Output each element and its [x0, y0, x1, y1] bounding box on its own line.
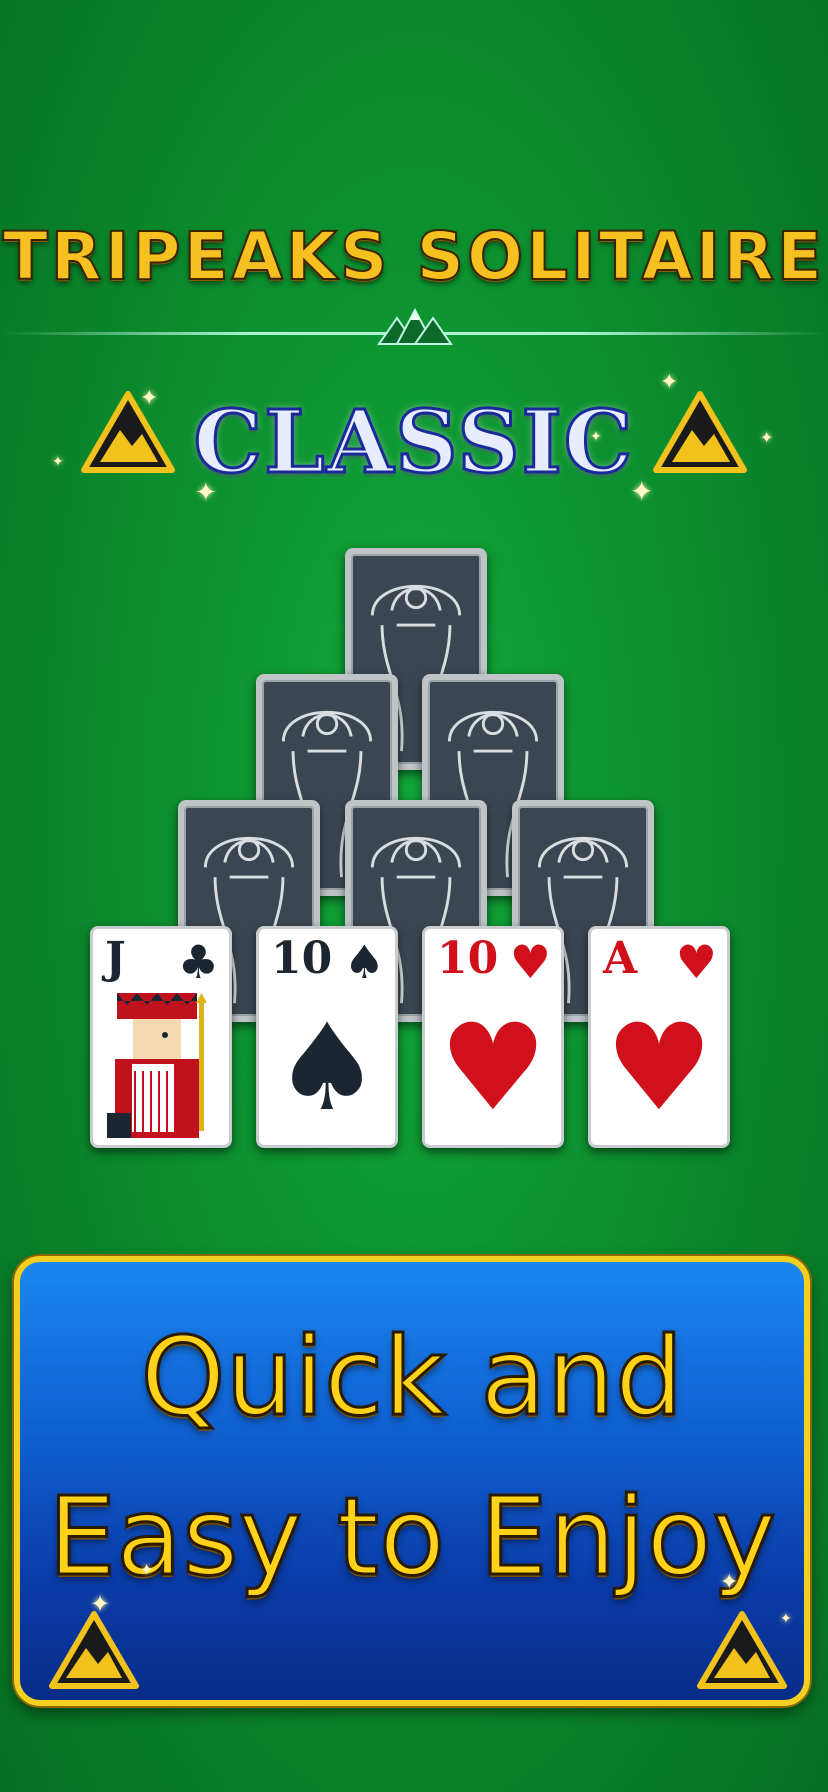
heart-icon: ♥	[605, 999, 713, 1138]
card-rank: 10	[271, 933, 333, 984]
card-ace-of-hearts[interactable]: A ♥ ♥	[588, 926, 730, 1148]
card-ten-of-spades[interactable]: 10 ♠ ♠	[256, 926, 398, 1148]
tagline-line1: Quick and	[139, 1315, 685, 1440]
tagline-line2: Easy to Enjoy	[46, 1475, 777, 1600]
spade-icon: ♠	[273, 999, 381, 1138]
club-icon: ♣	[177, 935, 219, 989]
heart-icon: ♥	[675, 935, 717, 989]
jack-figure-icon	[107, 993, 207, 1138]
promo-banner: Quick and Easy to Enjoy ✦ ✦ ✦ ✦	[14, 1256, 810, 1706]
game-title: TRIPEAKS SOLITAIRE	[2, 217, 826, 296]
mountain-icon-bottom-right	[697, 1611, 787, 1689]
card-rank: A	[603, 933, 638, 984]
card-ten-of-hearts[interactable]: 10 ♥ ♥	[422, 926, 564, 1148]
heart-icon: ♥	[439, 999, 547, 1138]
sparkle: ✦	[720, 1570, 739, 1595]
spade-icon: ♠	[343, 935, 385, 989]
card-rank: 10	[437, 933, 499, 984]
mountain-icon-bottom-left	[49, 1611, 139, 1689]
heart-icon: ♥	[509, 935, 551, 989]
sparkle: ✦	[140, 1560, 154, 1579]
mountain-icon-right	[653, 391, 747, 473]
card-jack-of-clubs[interactable]: J ♣	[90, 926, 232, 1148]
mountain-peaks-icon	[377, 308, 453, 345]
card-rank: J	[105, 933, 126, 984]
